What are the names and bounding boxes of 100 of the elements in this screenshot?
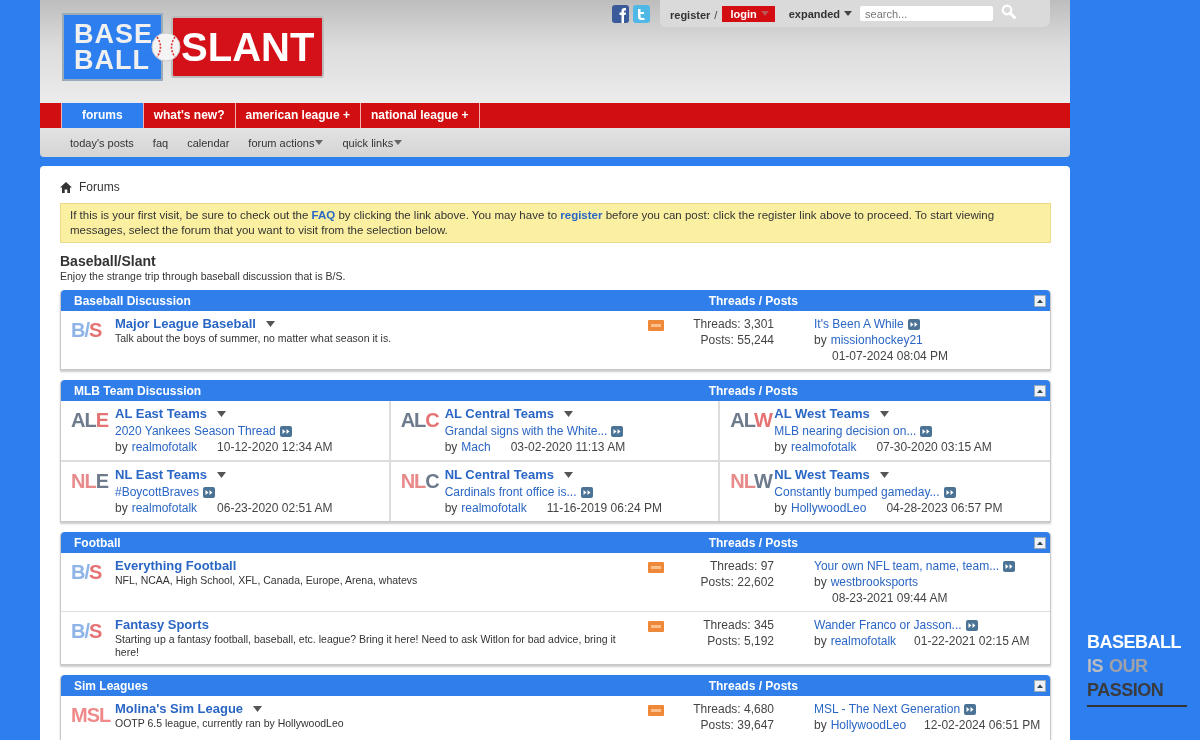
thread-link[interactable]: Cardinals front office is... [444, 484, 577, 500]
sub-nav-link[interactable]: faq [152, 136, 169, 149]
user-link[interactable]: HollywoodLeo [791, 501, 867, 515]
post-count: Posts: 55,244 [699, 332, 774, 348]
caret-icon[interactable] [217, 471, 226, 478]
user-link[interactable]: realmofotalk [830, 634, 897, 648]
user-link[interactable]: HollywoodLeo [830, 718, 907, 732]
collapse-icon[interactable] [1034, 679, 1046, 692]
sub-nav-link[interactable]: quick links [342, 136, 403, 149]
post-date: 11-16-2019 06:24 PM [546, 500, 662, 516]
user-link[interactable]: realmofotalk [791, 440, 857, 454]
go-arrow-icon[interactable] [907, 318, 920, 330]
go-arrow-icon[interactable] [203, 486, 216, 498]
facebook-icon[interactable] [612, 5, 629, 23]
go-arrow-icon[interactable] [964, 703, 977, 715]
forum-link[interactable]: NL East Teams [115, 467, 207, 482]
user-link[interactable]: realmofotalk [461, 501, 527, 515]
sub-nav-link[interactable]: forum actions [248, 136, 324, 149]
by-text: by [814, 575, 827, 589]
separator-text: / [714, 9, 718, 21]
post-date: 08-23-2021 09:44 AM [832, 590, 948, 606]
baseball-icon[interactable] [151, 32, 181, 62]
forum-link[interactable]: NL Central Teams [444, 467, 554, 482]
home-icon[interactable] [60, 181, 72, 193]
thread-link[interactable]: MSL - The Next Generation [814, 701, 961, 717]
caret-icon[interactable] [564, 471, 573, 478]
forum-link[interactable]: Fantasy Sports [115, 617, 209, 632]
column-heading: Threads / Posts [708, 293, 798, 308]
sub-nav-link[interactable]: today's posts [70, 136, 134, 149]
sub-nav-link[interactable]: calendar [187, 136, 230, 149]
caret-icon[interactable] [217, 410, 226, 417]
go-arrow-icon[interactable] [920, 425, 933, 437]
caret-icon[interactable] [564, 410, 573, 417]
thread-count: Threads: 4,680 [692, 701, 774, 717]
caret-icon[interactable] [879, 471, 889, 478]
notice-link[interactable]: register [560, 209, 603, 221]
thread-link[interactable]: 2020 Yankees Season Thread [115, 423, 276, 439]
forum-link[interactable]: Molina's Sim League [115, 701, 244, 716]
go-arrow-icon[interactable] [1003, 560, 1016, 572]
forum-link[interactable]: AL Central Teams [444, 406, 554, 421]
forum-link[interactable]: NL West Teams [774, 467, 870, 482]
nav-tab[interactable]: forums [61, 103, 143, 128]
go-arrow-icon[interactable] [943, 486, 956, 498]
forum-icon: ALC [400, 409, 445, 455]
category-title[interactable]: Football [74, 535, 709, 550]
register-link[interactable]: register [670, 9, 711, 21]
thread-link[interactable]: MLB nearing decision on... [774, 423, 917, 439]
user-link[interactable]: realmofotalk [131, 501, 198, 515]
by-text: by [774, 440, 787, 454]
forum-icon: MSL [71, 704, 115, 726]
collapse-icon[interactable] [1034, 384, 1046, 397]
post-date: 12-02-2024 06:51 PM [924, 717, 1041, 733]
by-text: by [814, 718, 827, 732]
column-heading: Threads / Posts [708, 535, 798, 550]
category-title[interactable]: Baseball Discussion [74, 293, 709, 308]
go-arrow-icon[interactable] [580, 486, 593, 498]
nav-tab[interactable]: national league + [359, 103, 480, 128]
forum-link[interactable]: AL West Teams [774, 406, 870, 421]
forum-description: NFL, NCAA, High School, XFL, Canada, Europe, Arena, whatevs [115, 574, 419, 587]
user-link[interactable]: westbrooksports [830, 575, 919, 589]
thread-link[interactable]: Grandal signs with the White... [444, 423, 608, 439]
collapse-icon[interactable] [1034, 536, 1046, 549]
view-mode-menu[interactable]: expanded [788, 7, 853, 20]
post-date: 10-12-2020 12:34 AM [217, 439, 333, 455]
thread-link[interactable]: Your own NFL team, name, team... [814, 558, 1000, 574]
search-field[interactable]: search... [860, 6, 994, 21]
caret-icon[interactable] [265, 320, 275, 327]
column-heading: Threads / Posts [708, 383, 798, 398]
go-arrow-icon[interactable] [611, 425, 624, 437]
forum-link[interactable]: AL East Teams [115, 406, 207, 421]
forum-link[interactable]: Major League Baseball [115, 316, 256, 331]
breadcrumb-link[interactable]: Forums [79, 180, 120, 194]
banner-text: IS [1087, 655, 1103, 678]
post-date: 04-28-2023 06:57 PM [886, 500, 1003, 516]
user-link[interactable]: Mach [461, 440, 491, 454]
post-date: 01-22-2021 02:15 AM [914, 633, 1030, 649]
user-link[interactable]: realmofotalk [131, 440, 198, 454]
thread-link[interactable]: It's Been A While [814, 316, 904, 332]
thread-link[interactable]: Constantly bumped gameday... [774, 484, 940, 500]
caret-icon[interactable] [253, 705, 263, 712]
by-text: by [115, 501, 128, 515]
forum-icon: ALW [730, 409, 775, 455]
logo-text[interactable]: BASE BALL [62, 13, 163, 81]
login-button[interactable]: login [722, 5, 775, 22]
category-title[interactable]: MLB Team Discussion [74, 383, 709, 398]
go-arrow-icon[interactable] [279, 425, 292, 437]
by-text: by [444, 501, 458, 515]
logo-text[interactable]: SLANT [171, 16, 325, 78]
forum-link[interactable]: Everything Football [115, 558, 237, 573]
banner-text: BASEBALL [1087, 631, 1181, 654]
thread-link[interactable]: Wander Franco or Jasson... [814, 617, 962, 633]
forum-description: OOTP 6.5 league, currently ran by HollywoodLeo [115, 717, 345, 730]
caret-icon[interactable] [879, 410, 889, 417]
go-arrow-icon[interactable] [965, 619, 978, 631]
category-title[interactable]: Sim Leagues [74, 678, 709, 693]
user-link[interactable]: missionhockey21 [830, 333, 923, 347]
notice-link[interactable]: FAQ [311, 209, 336, 221]
thread-link[interactable]: #BoycottBraves [115, 484, 200, 500]
collapse-icon[interactable] [1034, 294, 1046, 307]
thread-count: Threads: 345 [702, 617, 774, 633]
